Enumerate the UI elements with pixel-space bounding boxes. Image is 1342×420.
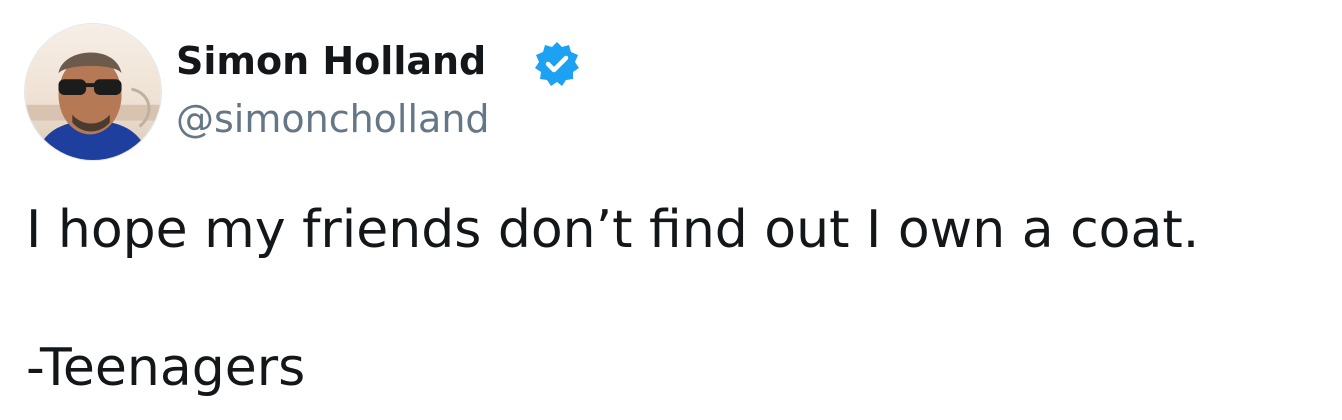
avatar[interactable] xyxy=(24,23,162,161)
tweet-text-line: I hope my friends don’t find out I own a… xyxy=(26,200,1200,260)
author-handle[interactable]: @simoncholland xyxy=(176,94,490,144)
tweet-text-line: -Teenagers xyxy=(26,338,306,398)
avatar-photo xyxy=(25,24,161,160)
author-name[interactable]: Simon Holland xyxy=(176,36,486,86)
tweet-card: Simon Holland @simoncholland I hope my f… xyxy=(0,0,1342,420)
verified-badge-icon xyxy=(533,40,581,88)
